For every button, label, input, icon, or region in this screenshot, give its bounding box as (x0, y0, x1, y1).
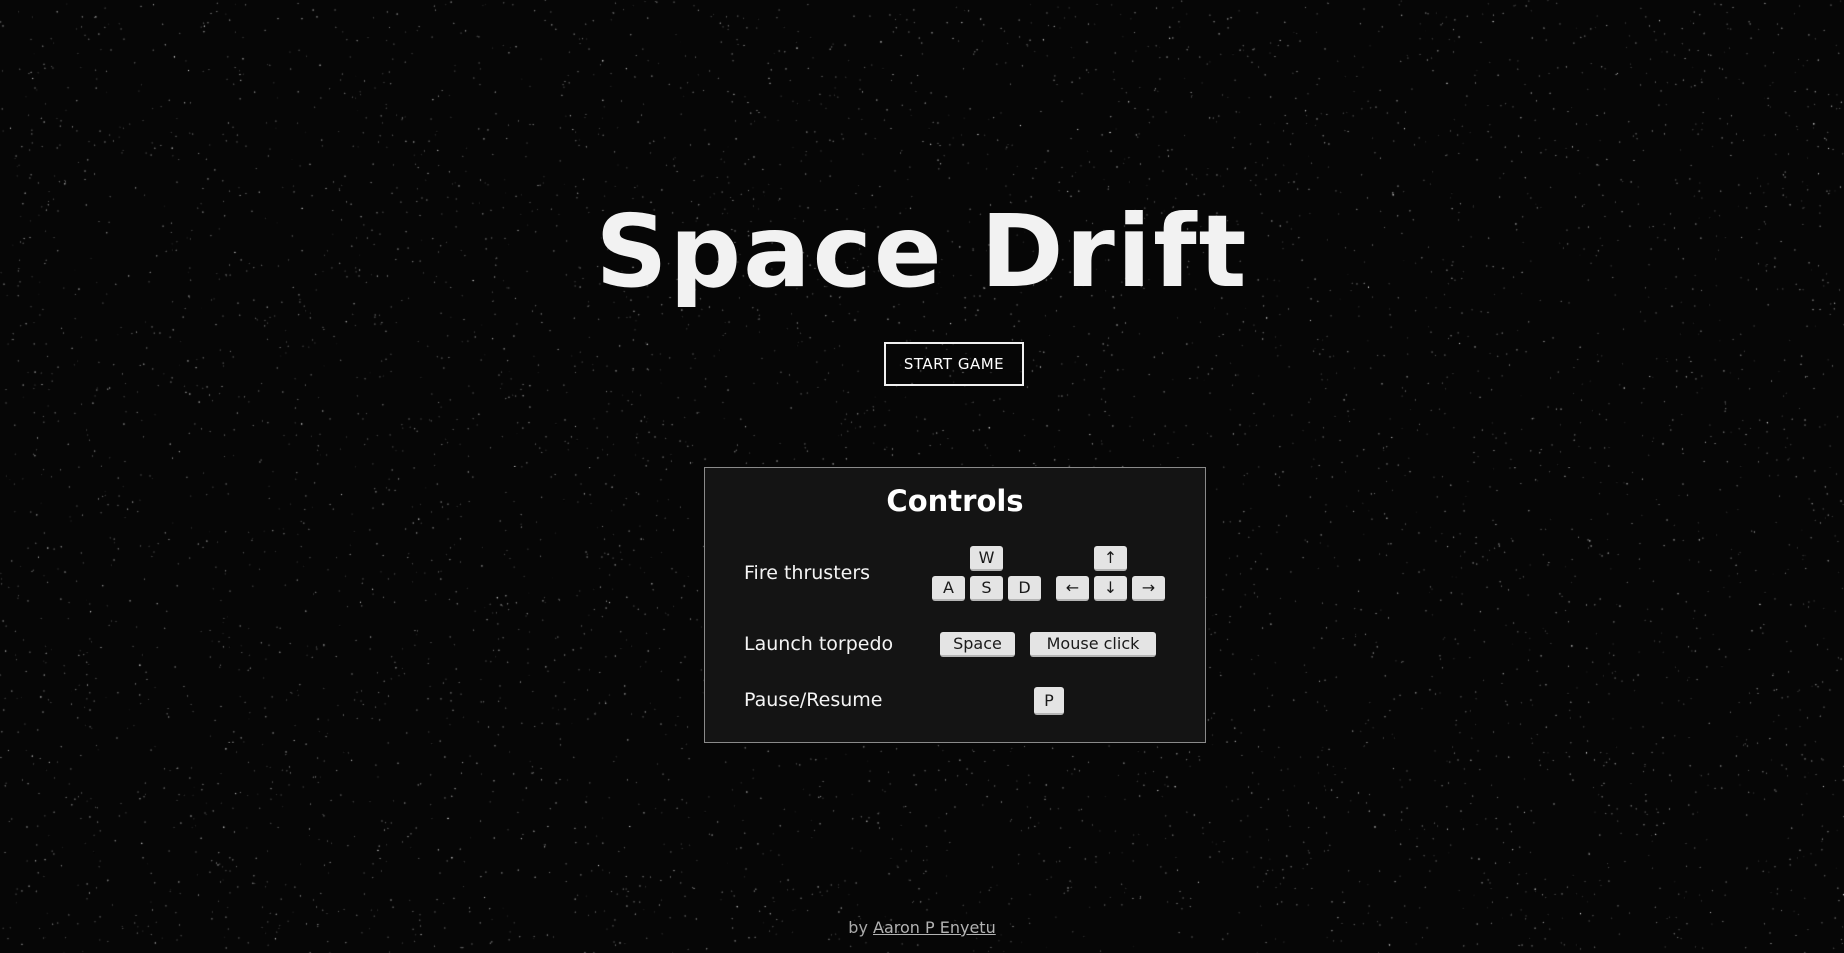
start-game-button[interactable]: START GAME (884, 342, 1024, 386)
key-mouse-click: Mouse click (1030, 632, 1156, 657)
controls-panel: Controls Fire thrusters W A S D ↑ ← ↓ → … (704, 467, 1206, 743)
author-link[interactable]: Aaron P Enyetu (873, 918, 996, 937)
key-arrow-up: ↑ (1094, 546, 1127, 571)
key-p: P (1034, 687, 1064, 715)
key-d: D (1008, 576, 1041, 601)
key-arrow-down: ↓ (1094, 576, 1127, 601)
credits-by-text: by (848, 918, 868, 937)
credits-footer: by Aaron P Enyetu (0, 918, 1844, 937)
key-w: W (970, 546, 1003, 571)
key-a: A (932, 576, 965, 601)
controls-heading: Controls (886, 484, 1024, 518)
key-space: Space (940, 632, 1015, 657)
launch-torpedo-label: Launch torpedo (744, 633, 894, 655)
key-arrow-right: → (1132, 576, 1165, 601)
fire-thrusters-label: Fire thrusters (744, 562, 871, 584)
key-arrow-left: ← (1056, 576, 1089, 601)
pause-resume-label: Pause/Resume (744, 689, 883, 711)
game-title: Space Drift (595, 193, 1249, 310)
key-s: S (970, 576, 1003, 601)
game-screen: Space Drift START GAME Controls Fire thr… (0, 0, 1844, 953)
